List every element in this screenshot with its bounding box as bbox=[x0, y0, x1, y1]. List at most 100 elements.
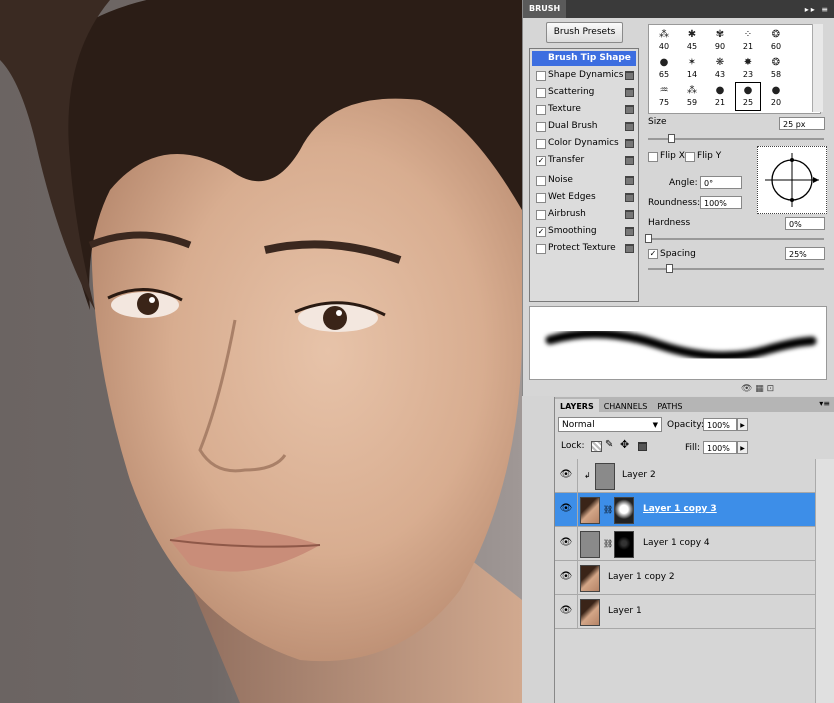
brush-option-checkbox[interactable] bbox=[536, 139, 546, 149]
brush-tip-preset[interactable]: ✱ 45 bbox=[680, 27, 704, 54]
brush-option-checkbox[interactable] bbox=[536, 193, 546, 203]
lock-icon[interactable] bbox=[625, 88, 634, 97]
brush-tip-preset[interactable]: ⁂ 40 bbox=[652, 27, 676, 54]
brush-tip-preset[interactable]: ✾ 90 bbox=[708, 27, 732, 54]
fill-field[interactable]: 100% bbox=[703, 441, 737, 454]
brush-option-checkbox[interactable] bbox=[536, 122, 546, 132]
brush-option-checkbox[interactable] bbox=[536, 176, 546, 186]
lock-icon[interactable] bbox=[625, 71, 634, 80]
lock-icon[interactable] bbox=[625, 210, 634, 219]
brush-option-item[interactable]: Scattering bbox=[532, 85, 636, 100]
blend-mode-select[interactable]: Normal ▼ bbox=[558, 417, 662, 432]
layers-scrollbar[interactable] bbox=[815, 459, 834, 703]
size-field[interactable]: 25 px bbox=[779, 117, 825, 130]
brush-tip-preset[interactable]: ✸ 23 bbox=[736, 55, 760, 82]
brush-tip-grid: ⁂ 40 ✱ 45 ✾ 90 ⁘ 21 ❂ 60 ● 65 ✶ 14 ❋ 43 ✸ 23 ❂ 58 ♒ 75 ⁂ 59 ● 21 ●… bbox=[648, 24, 821, 114]
brush-option-item[interactable]: Wet Edges bbox=[532, 190, 636, 205]
layer-row[interactable]: 👁 ⛓ Layer 1 copy 4 bbox=[555, 527, 815, 561]
brush-option-checkbox[interactable] bbox=[536, 71, 546, 81]
roundness-field[interactable]: 100% bbox=[700, 196, 742, 209]
layer-mask-thumbnail[interactable] bbox=[614, 531, 634, 558]
brush-tip-preset[interactable]: ❋ 43 bbox=[708, 55, 732, 82]
spacing-checkbox[interactable]: ✓ bbox=[648, 249, 658, 259]
spacing-slider-knob[interactable] bbox=[666, 264, 674, 273]
layer-mask-thumbnail[interactable] bbox=[614, 497, 634, 524]
spacing-slider-track[interactable] bbox=[648, 268, 824, 270]
brush-option-item[interactable]: Protect Texture bbox=[532, 241, 636, 256]
brush-tip-scrollbar[interactable] bbox=[812, 24, 823, 112]
brush-option-item[interactable]: ✓ Smoothing bbox=[532, 224, 636, 239]
brush-tip-preset[interactable]: ✶ 14 bbox=[680, 55, 704, 82]
brush-option-item[interactable]: ✓ Transfer bbox=[532, 153, 636, 168]
spacing-field[interactable]: 25% bbox=[785, 247, 825, 260]
brush-tip-preset[interactable]: ● 65 bbox=[652, 55, 676, 82]
brush-tip-preset[interactable]: ❂ 58 bbox=[764, 55, 788, 82]
brush-option-item[interactable]: Color Dynamics bbox=[532, 136, 636, 151]
brush-option-checkbox[interactable] bbox=[536, 88, 546, 98]
chain-link-icon[interactable]: ⛓ bbox=[603, 505, 613, 514]
brush-panel-footer-icons[interactable]: 👁 ▦ ⊡ bbox=[741, 384, 774, 394]
brush-tip-preset[interactable]: ❂ 60 bbox=[764, 27, 788, 54]
brush-option-checkbox[interactable] bbox=[536, 244, 546, 254]
layer-row[interactable]: 👁 ⛓ Layer 1 copy 3 bbox=[555, 493, 815, 527]
size-slider-knob[interactable] bbox=[667, 134, 675, 143]
hardness-slider-track[interactable] bbox=[648, 238, 824, 240]
brush-option-item[interactable]: Airbrush bbox=[532, 207, 636, 222]
layer-row[interactable]: 👁 Layer 1 bbox=[555, 595, 815, 629]
brush-tip-preset[interactable]: ● 25 bbox=[735, 82, 761, 111]
angle-field[interactable]: 0° bbox=[700, 176, 742, 189]
eye-icon[interactable]: 👁 bbox=[559, 605, 573, 617]
opacity-label: Opacity: bbox=[667, 420, 704, 430]
brush-tip-preset[interactable]: ⁘ 21 bbox=[736, 27, 760, 54]
brush-option-checkbox[interactable] bbox=[536, 105, 546, 115]
brush-option-item[interactable]: Noise bbox=[532, 173, 636, 188]
brush-tip-preset[interactable]: ⁂ 59 bbox=[680, 83, 704, 110]
brush-option-checkbox[interactable] bbox=[536, 210, 546, 220]
lock-all-icon[interactable] bbox=[638, 442, 647, 451]
lock-icon[interactable] bbox=[625, 156, 634, 165]
lock-icon[interactable] bbox=[625, 244, 634, 253]
panel-menu-icon[interactable]: ▸▸ ≡ bbox=[805, 5, 834, 14]
tab-layers[interactable]: LAYERS bbox=[555, 399, 599, 412]
brush-option-item[interactable]: Dual Brush bbox=[532, 119, 636, 134]
brush-option-item[interactable]: Shape Dynamics bbox=[532, 68, 636, 83]
layers-menu-icon[interactable]: ▾≡ bbox=[819, 399, 830, 408]
lock-icon[interactable] bbox=[625, 122, 634, 131]
tab-paths[interactable]: PATHS bbox=[652, 399, 687, 412]
layer-row[interactable]: 👁 ↲ Layer 2 bbox=[555, 459, 815, 493]
hardness-slider-knob[interactable] bbox=[645, 234, 652, 243]
chain-link-icon[interactable]: ⛓ bbox=[603, 539, 613, 548]
opacity-arrow-button[interactable]: ▶ bbox=[737, 418, 748, 431]
lock-icon[interactable] bbox=[625, 193, 634, 202]
brush-presets-button[interactable]: Brush Presets bbox=[546, 22, 623, 43]
lock-icon[interactable] bbox=[625, 105, 634, 114]
brush-option-checkbox[interactable]: ✓ bbox=[536, 156, 546, 166]
brush-tip-preset[interactable]: ♒ 75 bbox=[652, 83, 676, 110]
document-canvas[interactable] bbox=[0, 0, 522, 703]
layer-row[interactable]: 👁 Layer 1 copy 2 bbox=[555, 561, 815, 595]
brush-option-checkbox[interactable]: ✓ bbox=[536, 227, 546, 237]
eye-icon[interactable]: 👁 bbox=[559, 469, 573, 481]
fill-arrow-button[interactable]: ▶ bbox=[737, 441, 748, 454]
brush-option-item[interactable]: Texture bbox=[532, 102, 636, 117]
brush-tip-preset[interactable]: ● 21 bbox=[708, 83, 732, 110]
brush-angle-preview[interactable] bbox=[757, 146, 827, 214]
tab-channels[interactable]: CHANNELS bbox=[599, 399, 653, 412]
lock-icon[interactable] bbox=[625, 176, 634, 185]
roundness-label: Roundness: bbox=[648, 198, 701, 208]
lock-brush-icon[interactable]: ✎ bbox=[605, 439, 613, 450]
flip-x-checkbox[interactable] bbox=[648, 152, 658, 162]
tab-brush[interactable]: BRUSH bbox=[523, 0, 567, 18]
opacity-field[interactable]: 100% bbox=[703, 418, 737, 431]
hardness-field[interactable]: 0% bbox=[785, 217, 825, 230]
eye-icon[interactable]: 👁 bbox=[559, 503, 573, 515]
lock-icon[interactable] bbox=[625, 139, 634, 148]
brush-option-item[interactable]: Brush Tip Shape bbox=[532, 51, 636, 66]
eye-icon[interactable]: 👁 bbox=[559, 537, 573, 549]
eye-icon[interactable]: 👁 bbox=[559, 571, 573, 583]
lock-icon[interactable] bbox=[625, 227, 634, 236]
flip-y-checkbox[interactable] bbox=[685, 152, 695, 162]
lock-transparent-icon[interactable] bbox=[591, 441, 602, 452]
lock-move-icon[interactable]: ✥ bbox=[620, 438, 629, 451]
brush-tip-preset[interactable]: ● 20 bbox=[764, 83, 788, 110]
